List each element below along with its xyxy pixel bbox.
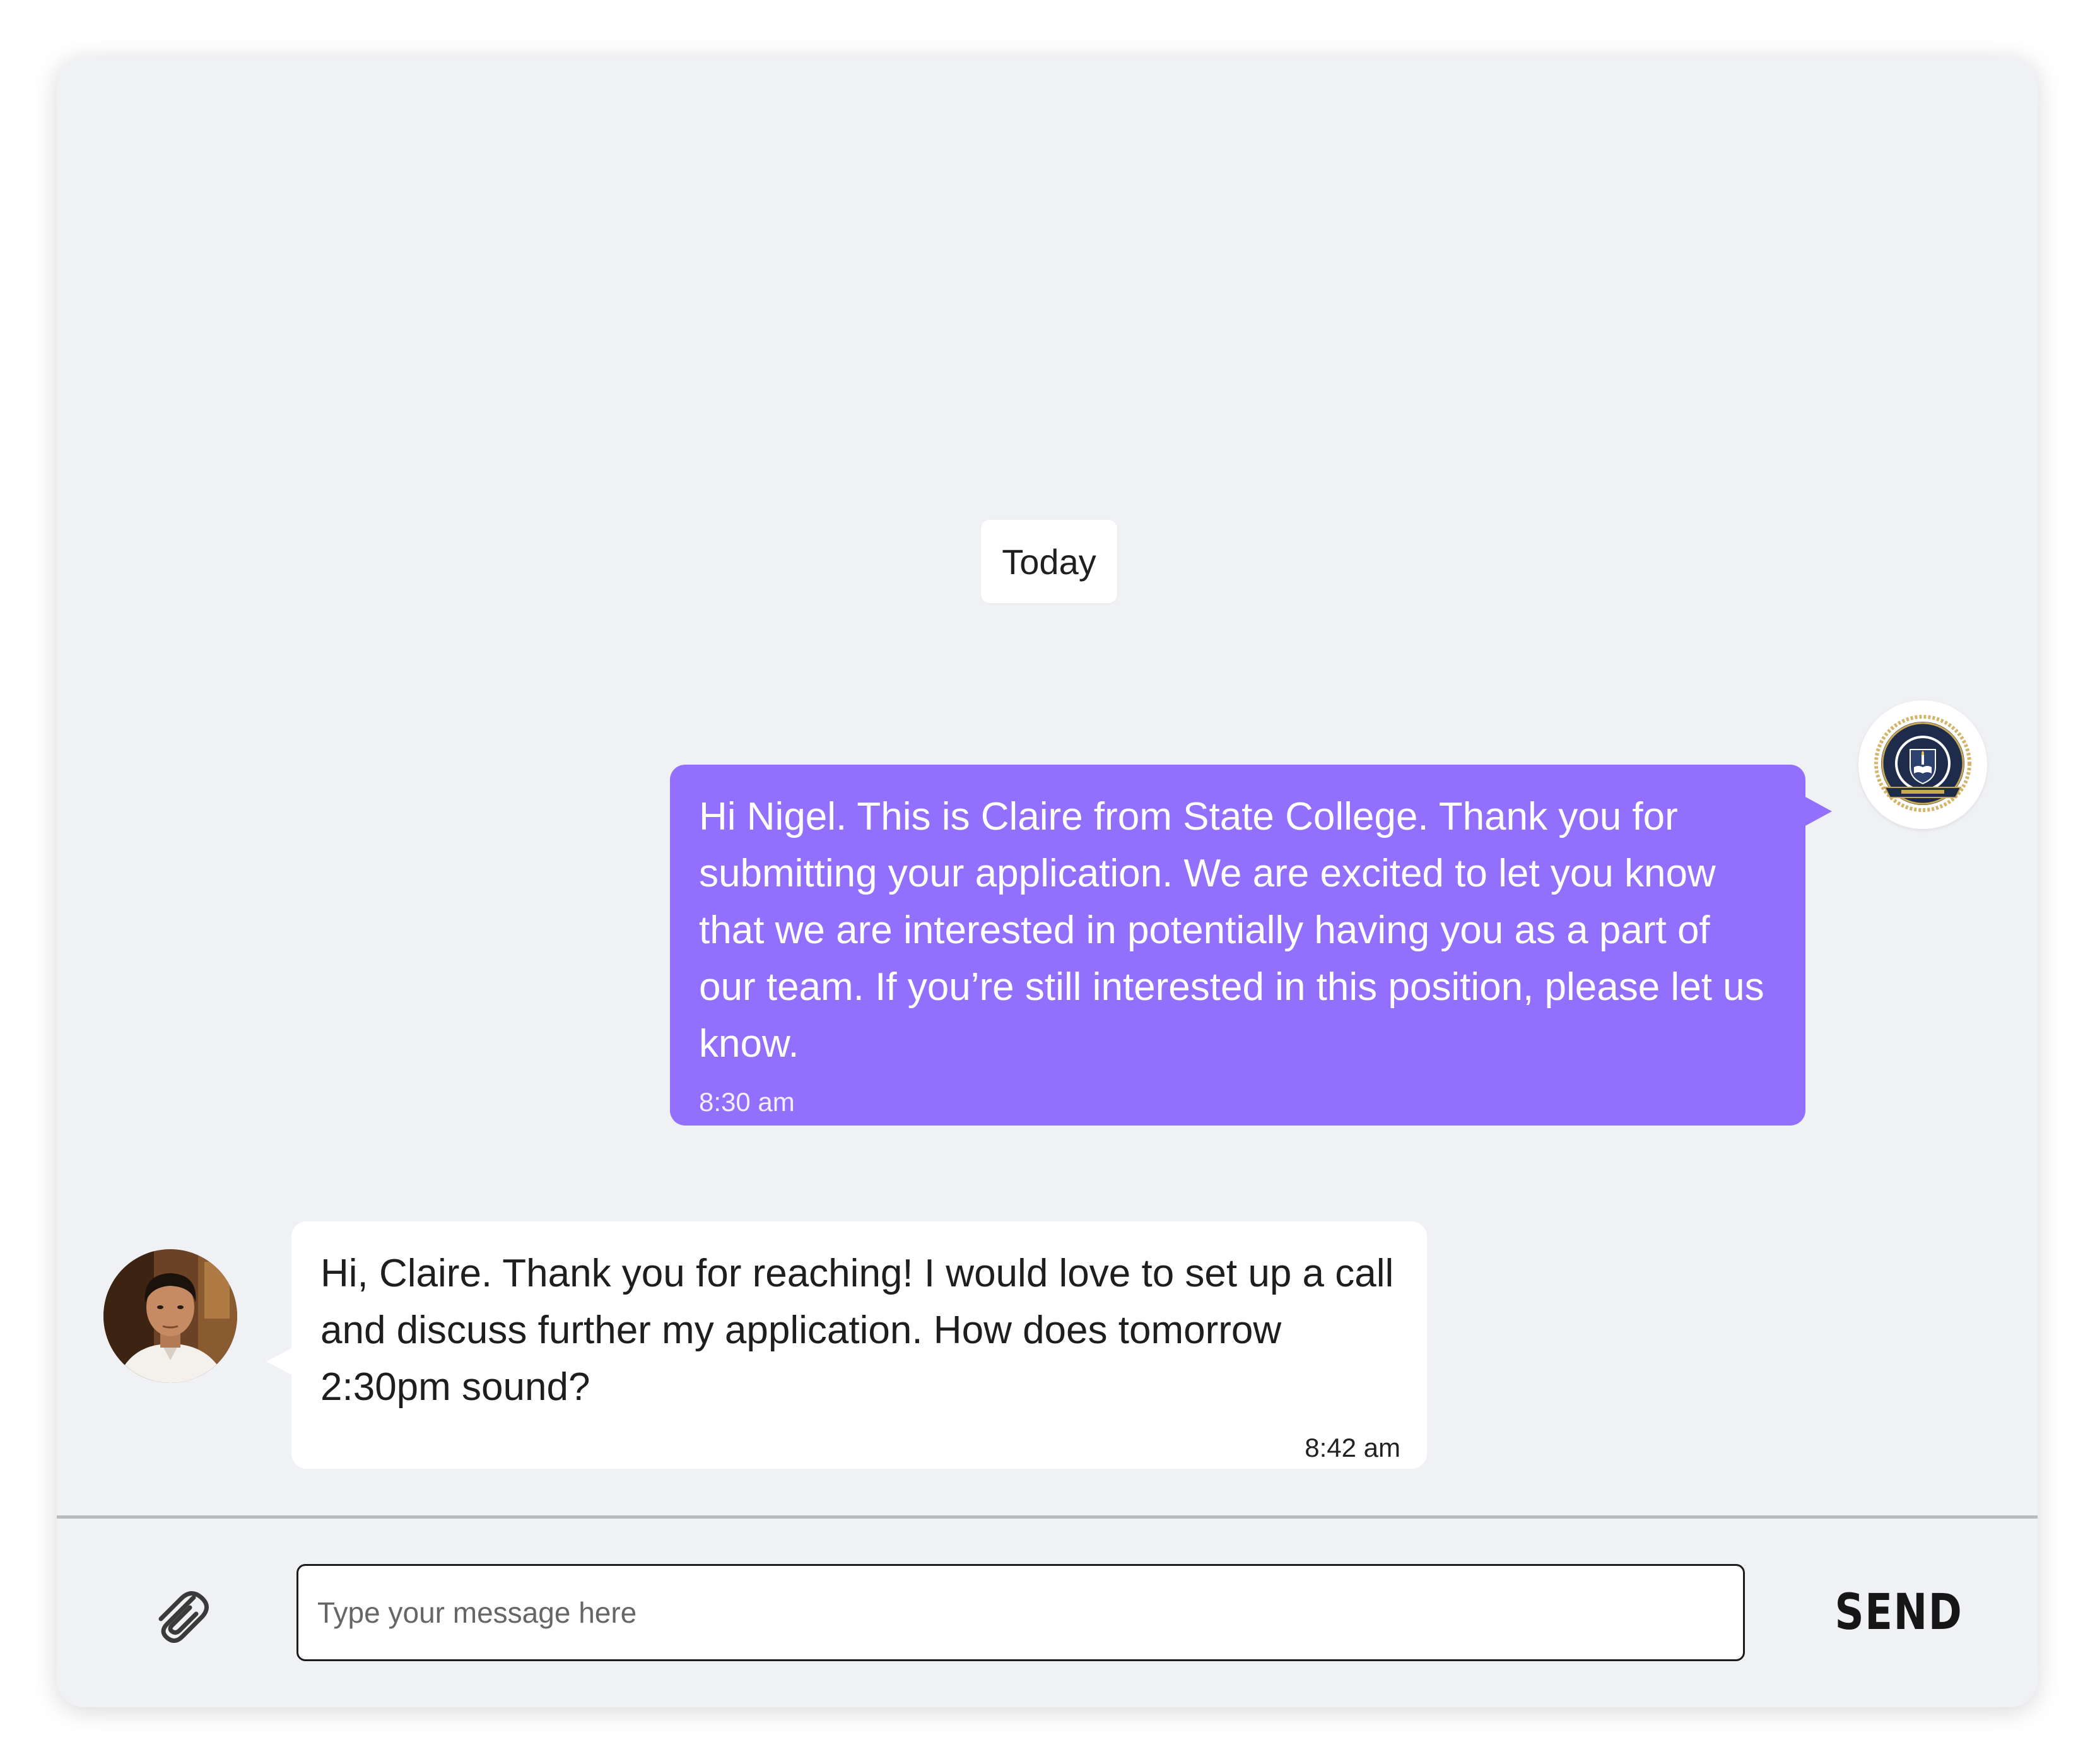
college-seal-icon <box>1871 713 1975 816</box>
message-timestamp: 8:30 am <box>699 1087 795 1117</box>
avatar-college-seal[interactable] <box>1858 700 1987 829</box>
send-button[interactable]: SEND <box>1835 1564 1962 1661</box>
attach-button[interactable] <box>145 1582 214 1651</box>
message-input[interactable] <box>296 1564 1745 1661</box>
message-bubble-outgoing: Hi Nigel. This is Claire from State Coll… <box>670 765 1832 1126</box>
avatar-user[interactable] <box>103 1249 237 1383</box>
message-timestamp: 8:42 am <box>1305 1433 1400 1462</box>
message-thread[interactable]: Today Hi Nigel. This is Claire from Stat… <box>57 57 2038 1515</box>
message-bubble-incoming: Hi, Claire. Thank you for reaching! I wo… <box>266 1221 1427 1469</box>
date-separator: Today <box>981 520 1117 603</box>
message-text: Hi, Claire. Thank you for reaching! I wo… <box>320 1252 1394 1409</box>
message-composer: SEND <box>57 1519 2038 1707</box>
paperclip-icon <box>158 1591 209 1643</box>
message-text: Hi Nigel. This is Claire from State Coll… <box>699 795 1764 1066</box>
chat-window: Today Hi Nigel. This is Claire from Stat… <box>57 57 2038 1707</box>
user-photo <box>103 1249 237 1383</box>
